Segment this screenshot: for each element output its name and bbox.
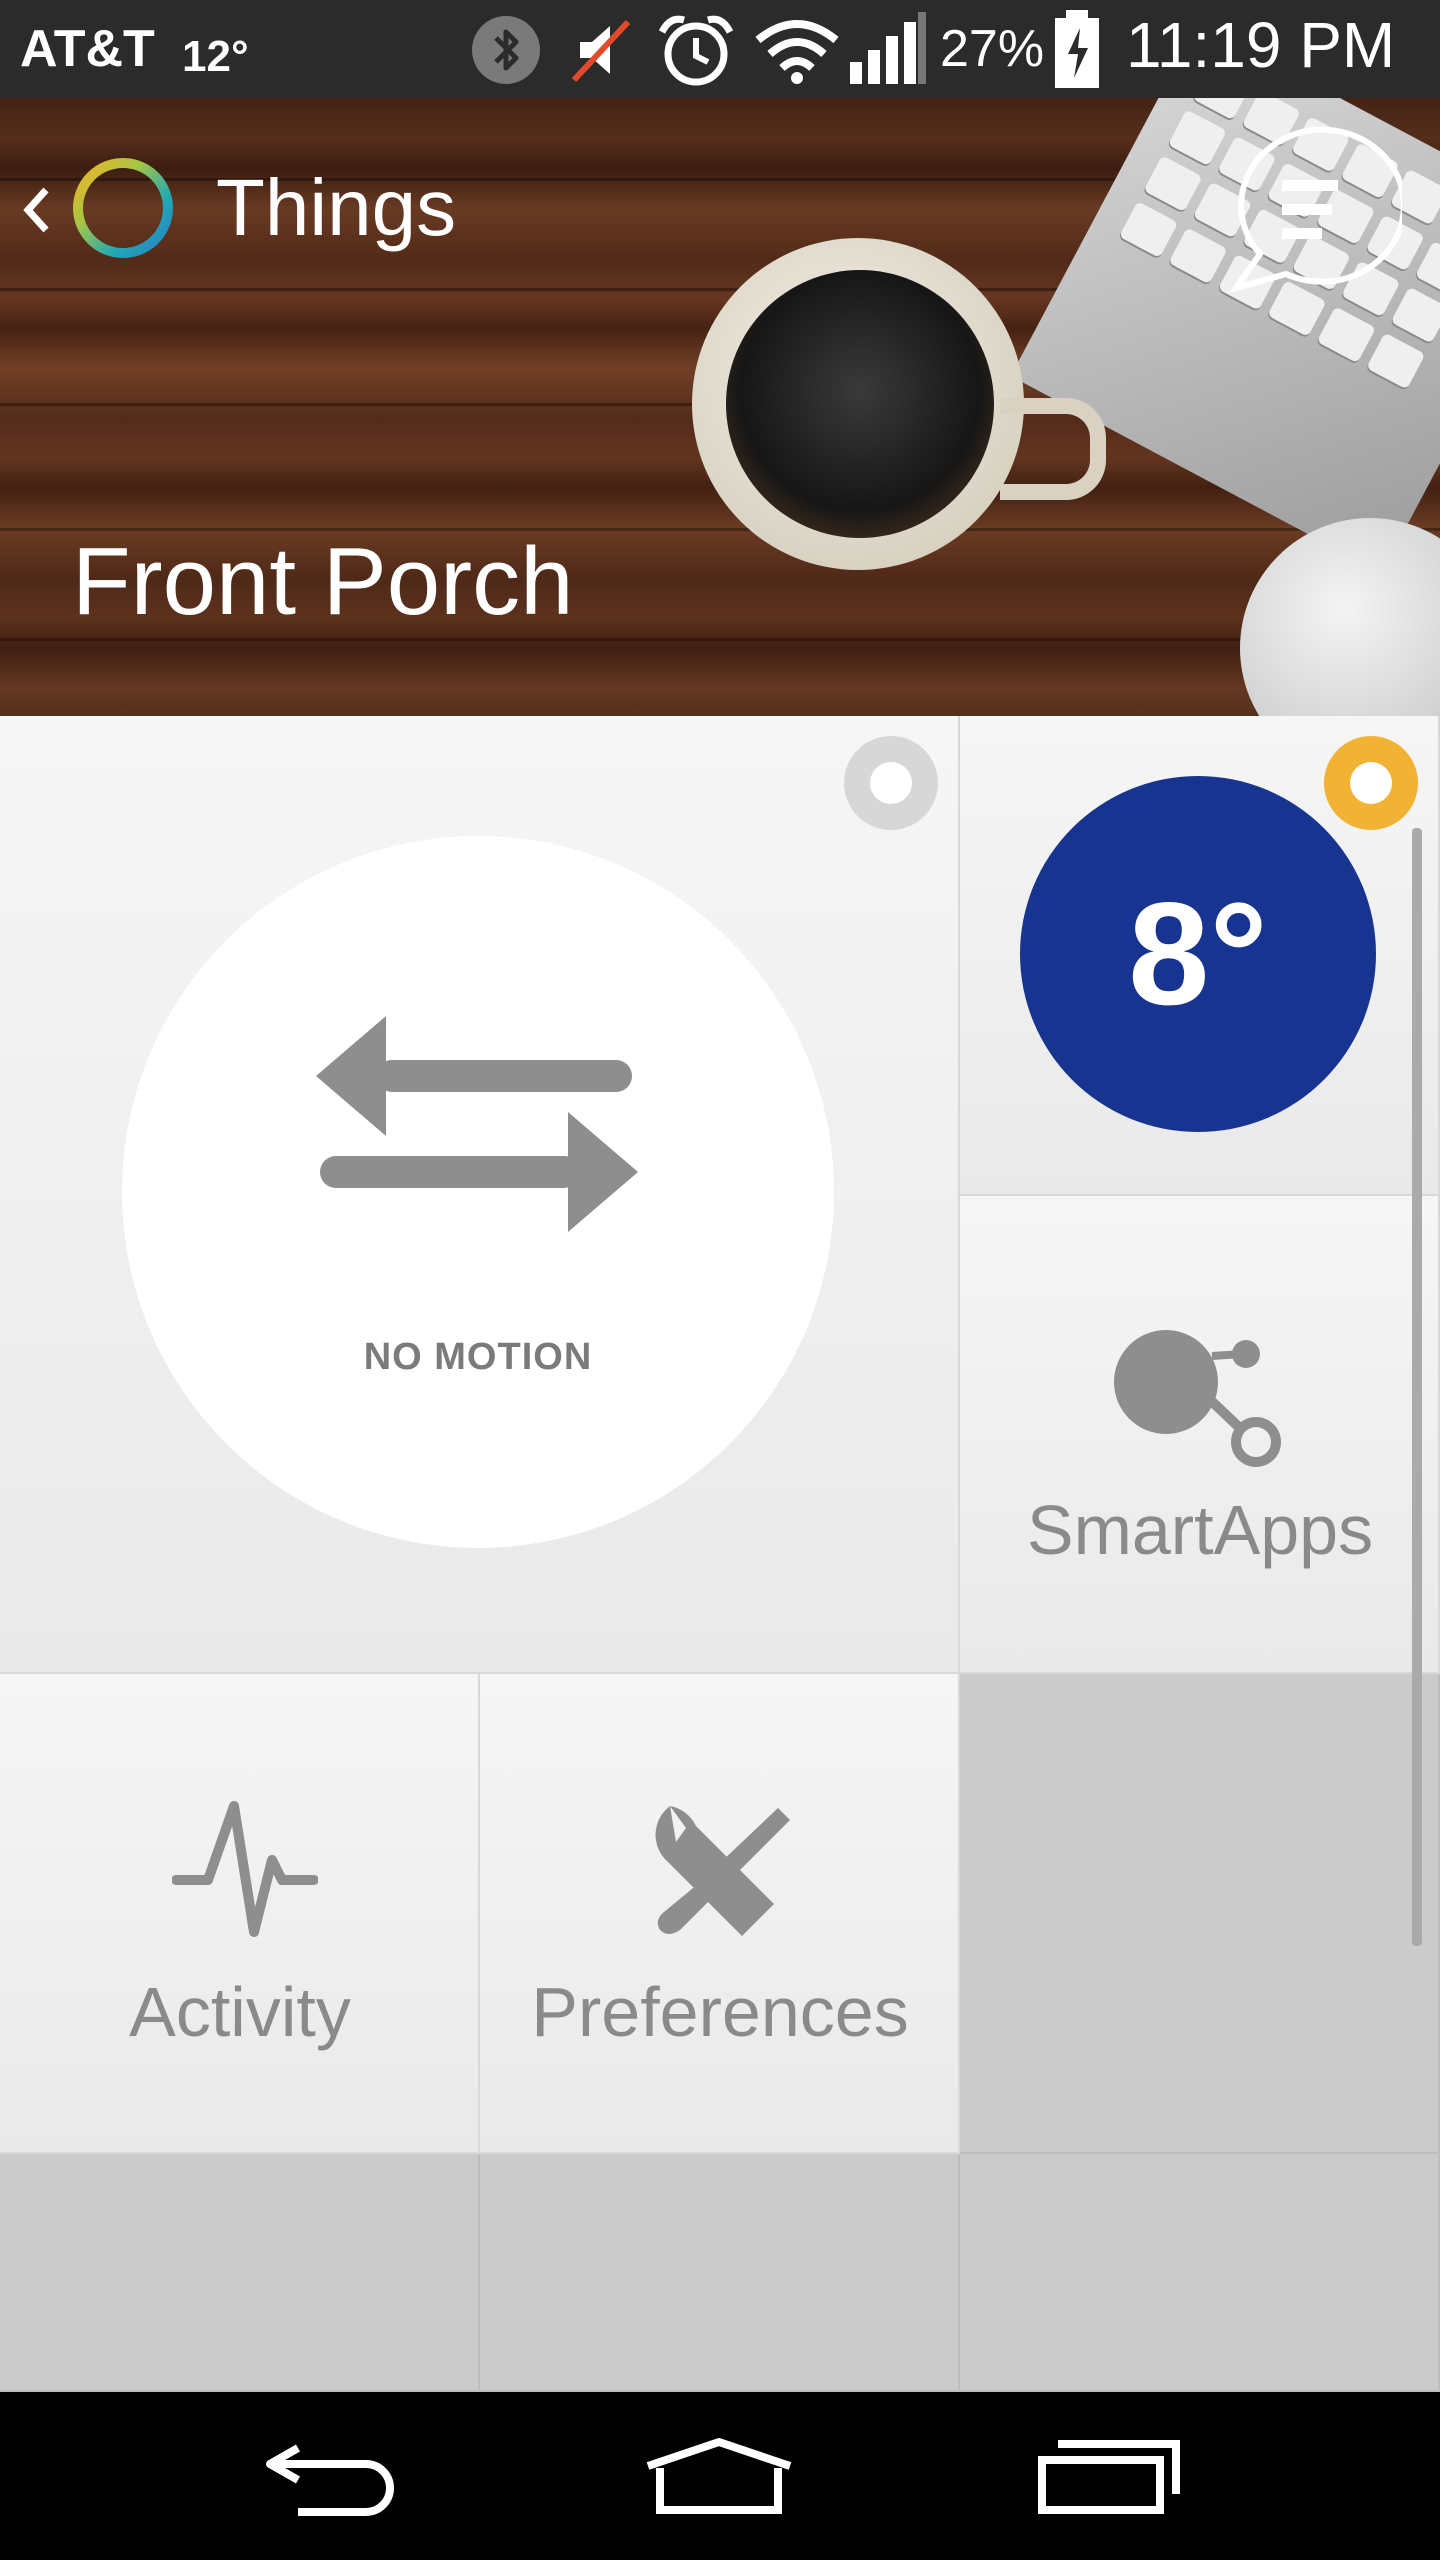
empty-tile	[480, 2154, 960, 2392]
back-chevron-icon[interactable]	[16, 180, 56, 240]
empty-tile	[0, 2154, 480, 2392]
activity-label: Activity	[129, 1973, 351, 2051]
scrollbar[interactable]	[1412, 828, 1422, 1946]
mouse-photo	[1240, 518, 1440, 716]
battery-percent: 27%	[940, 20, 1045, 78]
location-name: Front Porch	[72, 528, 574, 635]
smartapps-icon	[1114, 1330, 1281, 1467]
navigation-bar	[0, 2392, 1440, 2560]
activity-pulse-icon	[172, 1801, 318, 1937]
motion-arrows-icon	[316, 1016, 638, 1232]
bluetooth-icon	[472, 16, 540, 84]
page-title: Things	[216, 163, 457, 252]
alarm-icon	[658, 15, 734, 86]
smartthings-logo-icon	[73, 158, 173, 258]
preferences-label: Preferences	[531, 1973, 909, 2051]
empty-tile	[960, 1674, 1440, 2154]
wifi-icon	[755, 20, 839, 84]
weather-label: 12°	[182, 32, 249, 81]
temperature-value[interactable]: 8°	[1020, 776, 1376, 1132]
mute-icon	[571, 19, 631, 83]
clock: 11:19 PM	[1126, 9, 1396, 81]
menu-speech-bubble-icon[interactable]	[1226, 124, 1402, 294]
empty-tile	[960, 2154, 1440, 2392]
back-nav-icon[interactable]	[262, 2438, 402, 2518]
motion-status-label: NO MOTION	[363, 1336, 593, 1378]
temperature-status-indicator	[1324, 736, 1418, 830]
battery-charging-icon	[1055, 10, 1099, 88]
carrier-label: AT&T	[20, 20, 155, 78]
status-bar: AT&T 12° 27% 11:19 PM	[0, 0, 1440, 98]
recent-apps-nav-icon[interactable]	[1036, 2436, 1182, 2516]
signal-icon	[850, 12, 926, 84]
wrench-screwdriver-icon	[655, 1806, 790, 1936]
home-nav-icon[interactable]	[642, 2436, 796, 2516]
smartapps-label: SmartApps	[1026, 1491, 1374, 1569]
motion-status-indicator	[844, 736, 938, 830]
